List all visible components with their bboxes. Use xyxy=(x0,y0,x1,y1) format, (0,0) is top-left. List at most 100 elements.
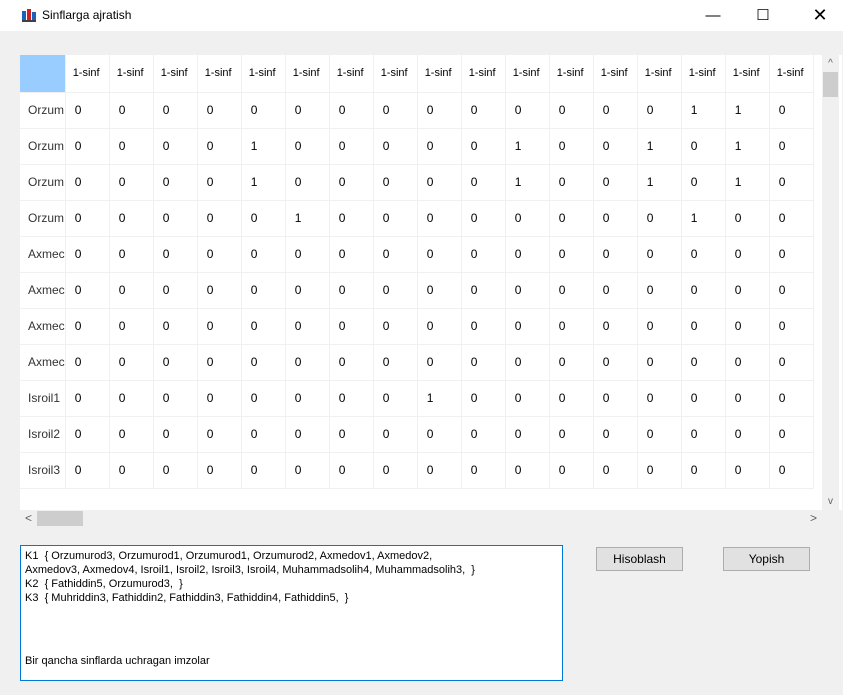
grid-cell[interactable]: 0 xyxy=(153,200,198,237)
title-bar[interactable]: Sinflarga ajratish — ☐ ✕ xyxy=(0,0,843,31)
grid-cell[interactable]: 0 xyxy=(769,164,814,201)
grid-cell[interactable]: 0 xyxy=(373,272,418,309)
grid-cell[interactable]: 0 xyxy=(241,416,286,453)
grid-cell[interactable]: 0 xyxy=(65,272,110,309)
vertical-scrollbar[interactable]: ^ v xyxy=(822,55,839,510)
grid-cell[interactable]: 0 xyxy=(637,308,682,345)
grid-cell[interactable]: 0 xyxy=(769,344,814,381)
grid-cell[interactable]: 0 xyxy=(417,164,462,201)
grid-cell[interactable]: 0 xyxy=(549,128,594,165)
grid-cell[interactable]: 1 xyxy=(637,164,682,201)
column-header[interactable]: 1-sinf xyxy=(505,55,550,93)
grid-cell[interactable]: 0 xyxy=(505,344,550,381)
grid-cell[interactable]: 0 xyxy=(329,164,374,201)
grid-cell[interactable]: 0 xyxy=(109,236,154,273)
grid-cell[interactable]: 0 xyxy=(241,380,286,417)
grid-cell[interactable]: 0 xyxy=(65,452,110,489)
grid-cell[interactable]: 0 xyxy=(681,416,726,453)
grid-cell[interactable]: 1 xyxy=(725,164,770,201)
grid-cell[interactable]: 1 xyxy=(505,164,550,201)
close-button[interactable]: Yopish xyxy=(723,547,810,571)
grid-cell[interactable]: 0 xyxy=(549,380,594,417)
grid-cell[interactable]: 0 xyxy=(329,92,374,129)
grid-cell[interactable]: 0 xyxy=(285,236,330,273)
grid-cell[interactable]: 0 xyxy=(197,236,242,273)
grid-cell[interactable]: 0 xyxy=(285,272,330,309)
grid-cell[interactable]: 0 xyxy=(461,200,506,237)
grid-cell[interactable]: 0 xyxy=(109,128,154,165)
grid-cell[interactable]: 0 xyxy=(197,272,242,309)
close-window-button[interactable]: ✕ xyxy=(797,0,843,31)
column-header[interactable]: 1-sinf xyxy=(109,55,154,93)
grid-cell[interactable]: 0 xyxy=(241,452,286,489)
grid-cell[interactable]: 0 xyxy=(285,308,330,345)
grid-cell[interactable]: 0 xyxy=(769,272,814,309)
grid-cell[interactable]: 0 xyxy=(373,200,418,237)
grid-cell[interactable]: 0 xyxy=(769,92,814,129)
grid-cell[interactable]: 0 xyxy=(725,272,770,309)
grid-cell[interactable]: 0 xyxy=(637,92,682,129)
horizontal-scroll-thumb[interactable] xyxy=(37,511,83,526)
grid-cell[interactable]: 0 xyxy=(373,92,418,129)
grid-cell[interactable]: 0 xyxy=(109,92,154,129)
grid-cell[interactable]: 0 xyxy=(637,200,682,237)
grid-cell[interactable]: 0 xyxy=(329,416,374,453)
grid-cell[interactable]: 0 xyxy=(197,344,242,381)
grid-cell[interactable]: 0 xyxy=(373,164,418,201)
grid-cell[interactable]: 0 xyxy=(725,200,770,237)
grid-cell[interactable]: 0 xyxy=(153,92,198,129)
grid-cell[interactable]: 0 xyxy=(461,272,506,309)
grid-cell[interactable]: 0 xyxy=(549,236,594,273)
column-header[interactable]: 1-sinf xyxy=(549,55,594,93)
grid-cell[interactable]: 0 xyxy=(593,128,638,165)
grid-cell[interactable]: 0 xyxy=(637,236,682,273)
row-header[interactable]: Orzum xyxy=(20,164,66,201)
grid-cell[interactable]: 0 xyxy=(725,344,770,381)
grid-cell[interactable]: 1 xyxy=(637,128,682,165)
row-header[interactable]: Isroil2 xyxy=(20,416,66,453)
grid-cell[interactable]: 1 xyxy=(505,128,550,165)
grid-cell[interactable]: 0 xyxy=(285,452,330,489)
grid-cell[interactable]: 0 xyxy=(681,344,726,381)
grid-cell[interactable]: 0 xyxy=(549,92,594,129)
grid-cell[interactable]: 0 xyxy=(197,164,242,201)
grid-cell[interactable]: 0 xyxy=(681,380,726,417)
grid-cell[interactable]: 0 xyxy=(329,272,374,309)
grid-cell[interactable]: 0 xyxy=(505,272,550,309)
column-header[interactable]: 1-sinf xyxy=(65,55,110,93)
grid-cell[interactable]: 0 xyxy=(417,236,462,273)
grid-cell[interactable]: 0 xyxy=(549,164,594,201)
scroll-down-arrow-icon[interactable]: v xyxy=(822,493,839,510)
column-header[interactable]: 1-sinf xyxy=(461,55,506,93)
grid-cell[interactable]: 0 xyxy=(725,308,770,345)
grid-cell[interactable]: 0 xyxy=(549,272,594,309)
grid-cell[interactable]: 0 xyxy=(725,452,770,489)
grid-cell[interactable]: 0 xyxy=(285,416,330,453)
grid-cell[interactable]: 0 xyxy=(153,164,198,201)
grid-cell[interactable]: 0 xyxy=(285,380,330,417)
grid-cell[interactable]: 0 xyxy=(109,308,154,345)
grid-cell[interactable]: 0 xyxy=(461,92,506,129)
vertical-scroll-thumb[interactable] xyxy=(823,72,838,97)
grid-cell[interactable]: 0 xyxy=(197,416,242,453)
grid-cell[interactable]: 0 xyxy=(461,128,506,165)
grid-cell[interactable]: 0 xyxy=(285,92,330,129)
grid-cell[interactable]: 0 xyxy=(153,380,198,417)
column-header[interactable]: 1-sinf xyxy=(197,55,242,93)
grid-cell[interactable]: 0 xyxy=(65,308,110,345)
grid-cell[interactable]: 0 xyxy=(329,308,374,345)
grid-cell[interactable]: 0 xyxy=(373,452,418,489)
grid-cell[interactable]: 0 xyxy=(329,128,374,165)
maximize-button[interactable]: ☐ xyxy=(740,0,786,31)
grid-cell[interactable]: 0 xyxy=(637,344,682,381)
grid-cell[interactable]: 0 xyxy=(65,416,110,453)
scroll-up-arrow-icon[interactable]: ^ xyxy=(822,55,839,72)
grid-cell[interactable]: 0 xyxy=(329,452,374,489)
column-header[interactable]: 1-sinf xyxy=(637,55,682,93)
horizontal-scrollbar[interactable]: < > xyxy=(20,510,822,527)
grid-cell[interactable]: 0 xyxy=(681,272,726,309)
grid-cell[interactable]: 0 xyxy=(681,452,726,489)
grid-cell[interactable]: 0 xyxy=(109,344,154,381)
grid-cell[interactable]: 0 xyxy=(373,344,418,381)
column-header[interactable]: 1-sinf xyxy=(769,55,814,93)
